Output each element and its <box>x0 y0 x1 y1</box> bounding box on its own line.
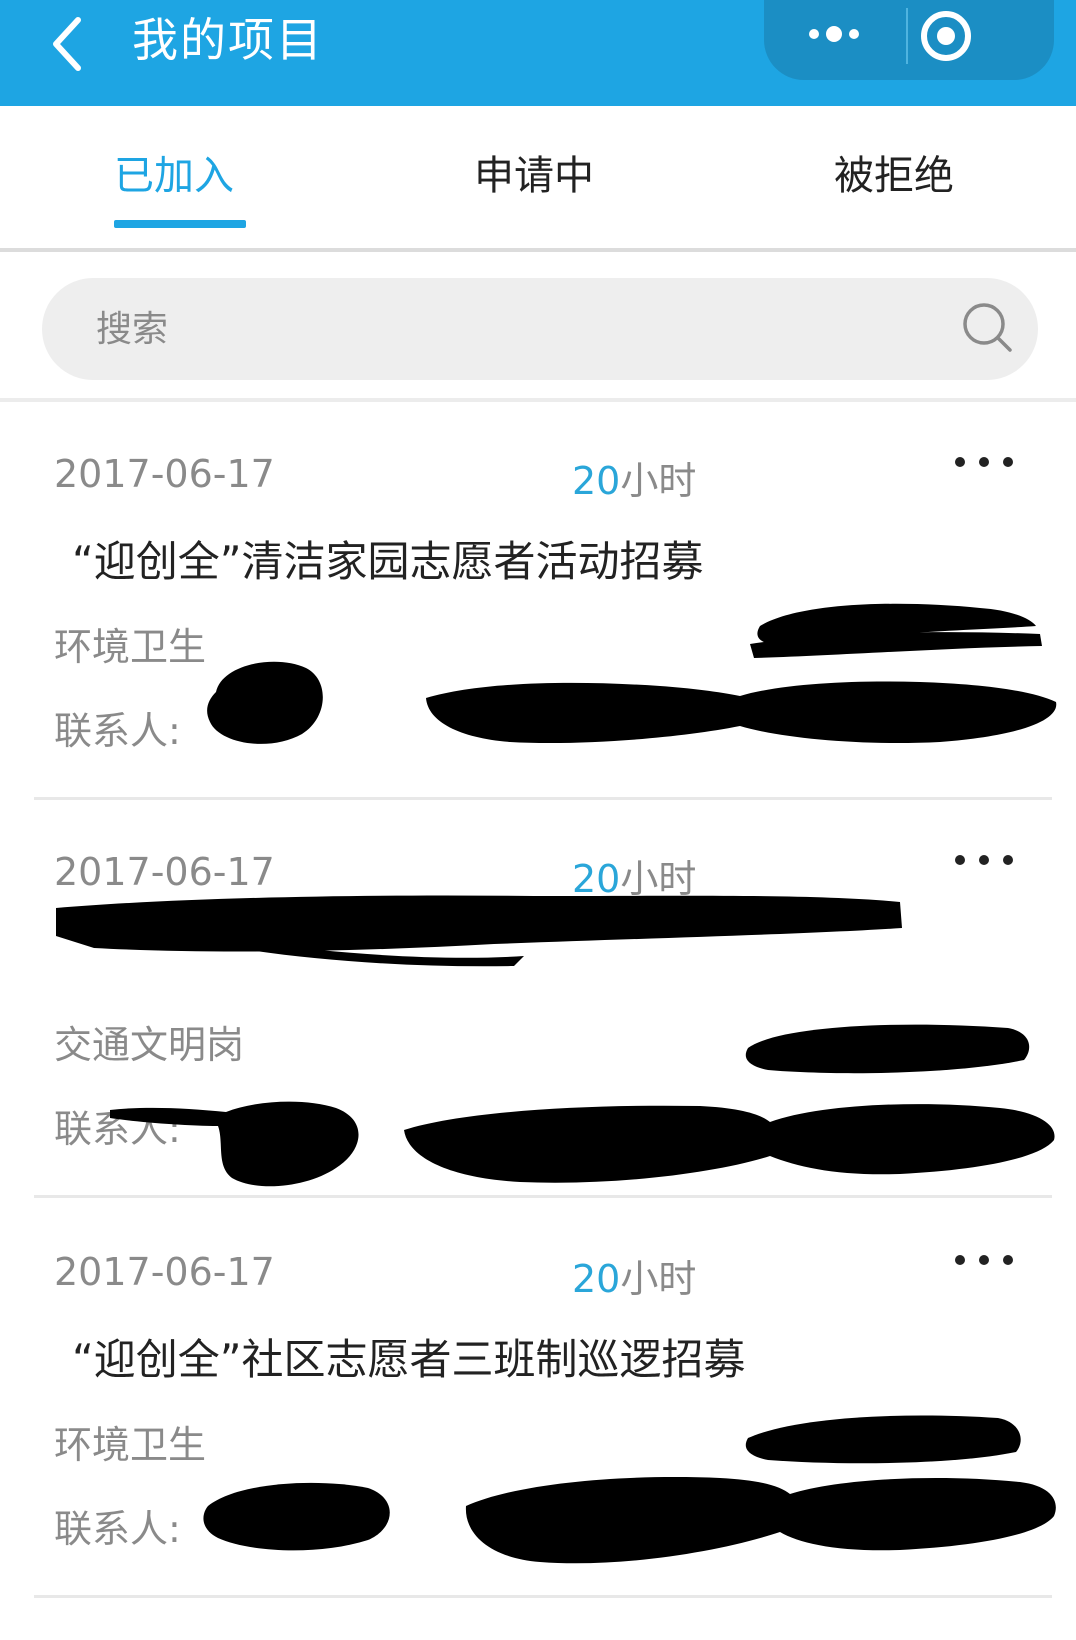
close-button[interactable] <box>908 0 1054 80</box>
more-options-icon[interactable] <box>950 1240 1030 1280</box>
active-tab-indicator <box>114 220 246 228</box>
redaction-mark <box>207 661 323 744</box>
redaction-mark <box>404 1104 1055 1183</box>
hours-value: 20 <box>572 459 621 503</box>
project-card[interactable]: 2017-06-17 20小时 “迎创全”清洁家园志愿者活动招募 环境卫生 联系… <box>0 402 1076 800</box>
card-divider <box>34 1595 1052 1598</box>
project-card[interactable]: 2017-06-17 20小时 “迎创全”社区志愿者三班制巡逻招募 环境卫生 联… <box>0 1200 1076 1598</box>
more-options-icon[interactable] <box>950 840 1030 880</box>
project-category: 环境卫生 <box>54 625 207 669</box>
project-date: 2017-06-17 <box>54 1250 275 1294</box>
redaction-mark <box>203 1482 390 1551</box>
contact-label: 联系人: <box>54 1507 181 1551</box>
hours-unit: 小时 <box>620 459 697 503</box>
target-circle-icon <box>921 11 971 61</box>
project-hours: 20小时 <box>572 450 696 505</box>
redaction-mark <box>465 1477 1056 1564</box>
tab-bar: 已加入 申请中 被拒绝 <box>0 106 1076 252</box>
redaction-mark <box>750 603 1042 658</box>
hours-unit: 小时 <box>620 1257 697 1301</box>
page-title: 我的项目 <box>132 13 324 67</box>
redaction-mark <box>426 681 1057 744</box>
redaction-mark <box>745 1415 1021 1464</box>
redaction-mark <box>745 1024 1030 1074</box>
project-card[interactable]: 2017-06-17 20小时 交通文明岗 联系人: <box>0 800 1076 1198</box>
project-hours: 20小时 <box>572 1248 696 1303</box>
tab-applying[interactable]: 申请中 <box>474 146 594 206</box>
search-input[interactable] <box>96 304 916 354</box>
redaction-mark <box>110 1101 359 1187</box>
project-category: 环境卫生 <box>54 1423 207 1467</box>
search-bar[interactable] <box>42 278 1038 380</box>
contact-label: 联系人: <box>54 709 181 753</box>
card-divider <box>34 1195 1052 1198</box>
app-screen: 我的项目 已加入 申请中 被拒绝 搜索 2017-06-17 20小时 “迎创全… <box>0 0 1076 1640</box>
search-icon[interactable] <box>960 300 1016 356</box>
tab-rejected[interactable]: 被拒绝 <box>834 146 954 206</box>
more-button[interactable] <box>764 0 906 80</box>
nav-bar: 我的项目 <box>0 0 1076 106</box>
project-title: “迎创全”社区志愿者三班制巡逻招募 <box>72 1335 746 1384</box>
mini-program-capsule <box>764 0 1054 80</box>
project-title: “迎创全”清洁家园志愿者活动招募 <box>72 537 704 586</box>
tab-joined[interactable]: 已加入 <box>114 146 234 206</box>
redaction-mark <box>56 895 902 967</box>
hours-value: 20 <box>572 1257 621 1301</box>
project-date: 2017-06-17 <box>54 452 275 496</box>
project-category: 交通文明岗 <box>54 1023 245 1067</box>
more-options-icon[interactable] <box>950 442 1030 482</box>
more-dots-icon <box>809 26 859 42</box>
search-section <box>0 252 1076 402</box>
chevron-left-icon[interactable] <box>42 12 92 72</box>
